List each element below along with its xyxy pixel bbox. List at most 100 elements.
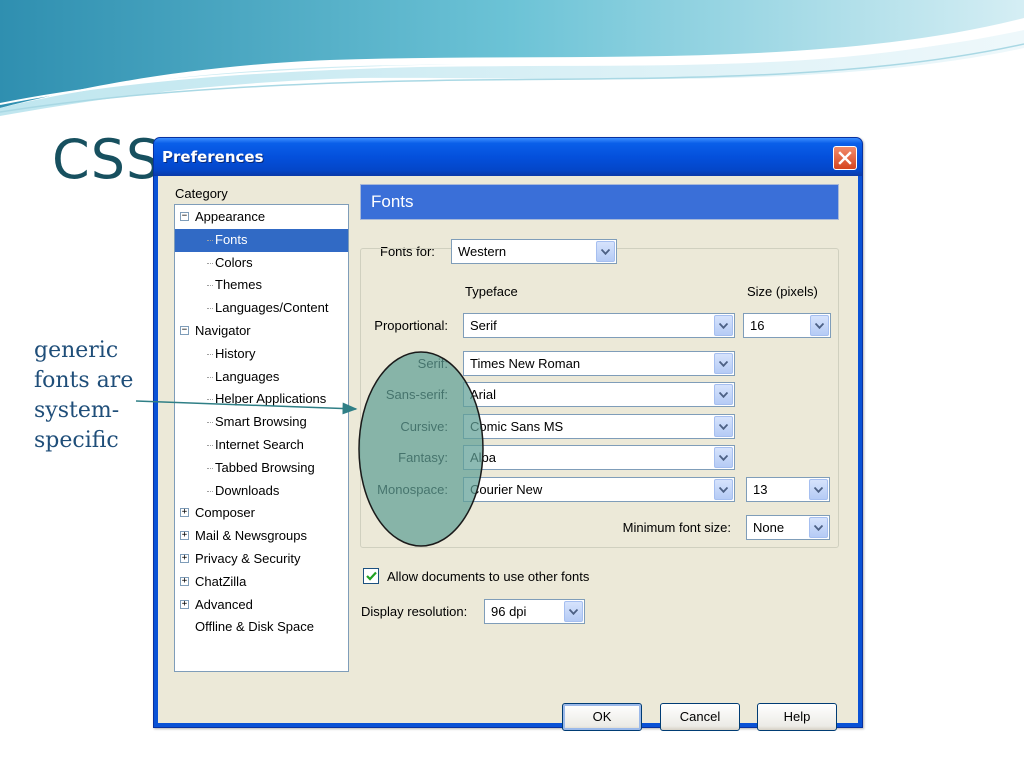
tree-item[interactable]: Languages (175, 366, 348, 389)
sans-serif-value: Arial (470, 387, 497, 402)
tree-item-label: Navigator (195, 322, 251, 338)
tree-item[interactable]: Themes (175, 274, 348, 297)
tree-item[interactable]: + Advanced (175, 594, 348, 617)
tree-item[interactable]: Internet Search (175, 434, 348, 457)
category-tree[interactable]: − Appearance Fonts Colors Themes Languages/Co… (174, 204, 349, 672)
collapse-icon[interactable]: − (180, 325, 189, 335)
chevron-down-icon (596, 241, 615, 262)
tree-item-label: Smart Browsing (215, 414, 307, 430)
expand-icon[interactable]: + (180, 576, 189, 586)
tree-item[interactable]: − Navigator (175, 320, 348, 343)
chevron-down-icon (714, 353, 733, 374)
cursive-select[interactable]: Comic Sans MS (463, 414, 735, 439)
display-resolution-label: Display resolution: (361, 604, 468, 619)
tree-connector (207, 399, 213, 401)
tree-item-label: Themes (215, 277, 262, 293)
sans-serif-select[interactable]: Arial (463, 382, 735, 407)
tree-item-label: ChatZilla (195, 573, 247, 589)
monospace-size-select[interactable]: 13 (746, 477, 830, 502)
side-note-line: generic (34, 338, 119, 363)
tree-item[interactable]: Downloads (175, 480, 348, 503)
dialog-title: Preferences (162, 148, 264, 166)
tree-connector (207, 467, 213, 469)
min-font-size-value: None (753, 520, 785, 535)
chevron-down-icon (714, 384, 733, 405)
tree-item-label: Offline & Disk Space (195, 619, 314, 635)
min-font-size-select[interactable]: None (746, 515, 830, 540)
proportional-label: Proportional: (374, 318, 448, 333)
collapse-icon[interactable]: − (180, 212, 189, 221)
allow-docs-label: Allow documents to use other fonts (387, 569, 590, 584)
monospace-size-value: 13 (753, 482, 768, 497)
tree-item[interactable]: Smart Browsing (175, 411, 348, 434)
allow-docs-checkbox[interactable] (363, 568, 379, 584)
proportional-select[interactable]: Serif (463, 313, 735, 338)
expand-icon[interactable]: + (180, 508, 189, 518)
tree-item-label: Composer (195, 505, 255, 521)
side-note-line: specific (34, 428, 119, 453)
tree-item[interactable]: Languages/Content (175, 297, 348, 320)
cancel-button[interactable]: Cancel (660, 703, 740, 731)
tree-connector (207, 285, 213, 287)
monospace-label: Monospace: (377, 482, 448, 497)
tree-item[interactable]: + Mail & Newsgroups (175, 525, 348, 548)
side-note-line: fonts are (34, 368, 134, 393)
chevron-down-icon (714, 447, 733, 468)
checkmark-icon (365, 571, 377, 581)
serif-value: Times New Roman (470, 356, 581, 371)
chevron-down-icon (810, 315, 829, 336)
tree-item-label: Colors (215, 254, 253, 270)
slide-wave-decoration (0, 0, 1024, 116)
ok-button[interactable]: OK (562, 703, 642, 731)
serif-select[interactable]: Times New Roman (463, 351, 735, 376)
close-button[interactable] (833, 146, 857, 170)
tree-connector (207, 422, 213, 424)
proportional-value: Serif (470, 318, 497, 333)
display-resolution-select[interactable]: 96 dpi (484, 599, 585, 624)
category-label: Category (175, 186, 228, 201)
dialog-titlebar[interactable]: Preferences (154, 138, 862, 176)
tree-connector (207, 308, 213, 310)
monospace-select[interactable]: Courier New (463, 477, 735, 502)
tree-item[interactable]: Colors (175, 252, 348, 275)
cursive-label: Cursive: (400, 419, 448, 434)
tree-item[interactable]: + Composer (175, 502, 348, 525)
fantasy-label: Fantasy: (398, 450, 448, 465)
proportional-size-value: 16 (750, 318, 765, 333)
cursive-value: Comic Sans MS (470, 419, 564, 434)
sans-serif-label: Sans-serif: (385, 387, 448, 402)
chevron-down-icon (809, 479, 828, 500)
tree-connector (207, 490, 213, 492)
serif-label: Serif: (417, 356, 448, 371)
tree-item-label: Privacy & Security (195, 550, 301, 566)
display-resolution-value: 96 dpi (491, 604, 527, 619)
tree-item[interactable]: Fonts (175, 228, 348, 252)
fonts-for-select[interactable]: Western (451, 239, 617, 264)
tree-item[interactable]: Offline & Disk Space (175, 616, 348, 639)
tree-item-label: Mail & Newsgroups (195, 528, 307, 544)
proportional-size-select[interactable]: 16 (743, 313, 831, 338)
tree-item[interactable]: + Privacy & Security (175, 548, 348, 571)
expand-icon[interactable]: + (180, 531, 189, 541)
tree-item[interactable]: Tabbed Browsing (175, 457, 348, 480)
chevron-down-icon (714, 315, 733, 336)
size-header: Size (pixels) (747, 284, 818, 299)
tree-item-label: Appearance (195, 209, 266, 224)
panel-header: Fonts (360, 184, 839, 220)
chevron-down-icon (809, 517, 828, 538)
dialog-client-area: Category − Appearance Fonts Colors Themes Lan… (158, 176, 858, 731)
expand-icon[interactable]: + (180, 599, 189, 609)
tree-item[interactable]: − Appearance (175, 206, 348, 229)
help-button[interactable]: Help (757, 703, 837, 731)
expand-icon[interactable]: + (180, 553, 189, 563)
side-note: generic fonts are system- specific (34, 336, 154, 456)
tree-item[interactable]: Helper Applications (175, 388, 348, 411)
tree-item-label: Languages (215, 368, 280, 384)
tree-item-label: Tabbed Browsing (215, 459, 315, 475)
fantasy-select[interactable]: Alba (463, 445, 735, 470)
min-font-size-label: Minimum font size: (622, 520, 731, 535)
chevron-down-icon (714, 479, 733, 500)
tree-item[interactable]: + ChatZilla (175, 571, 348, 594)
tree-item[interactable]: History (175, 343, 348, 366)
tree-item-label: Advanced (195, 596, 253, 612)
